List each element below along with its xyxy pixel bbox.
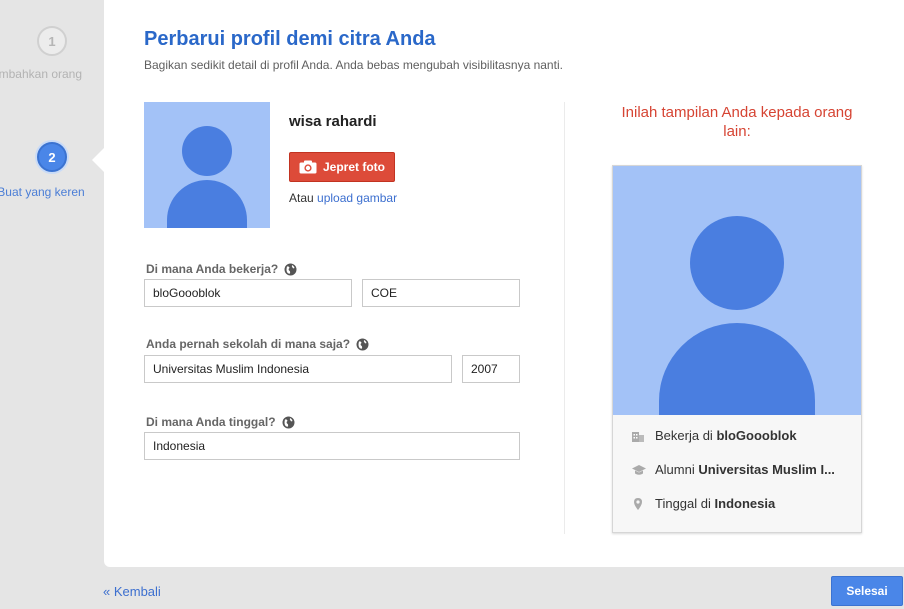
user-name: wisa rahardi bbox=[289, 113, 377, 130]
preview-alumni-value: Universitas Muslim I... bbox=[698, 462, 835, 477]
profile-card: Perbarui profil demi citra Anda Bagikan … bbox=[92, 0, 904, 567]
school-year-input[interactable]: 2007 bbox=[462, 355, 520, 383]
live-label: Di mana Anda tinggal? bbox=[146, 415, 295, 429]
step-2-label: Buat yang keren bbox=[0, 185, 85, 199]
school-label-text: Anda pernah sekolah di mana saja? bbox=[146, 337, 351, 351]
globe-icon[interactable] bbox=[282, 416, 295, 429]
preview-live-prefix: Tinggal di bbox=[655, 496, 711, 511]
work-label: Di mana Anda bekerja? bbox=[146, 262, 297, 276]
page-title: Perbarui profil demi citra Anda bbox=[144, 28, 436, 50]
preview-alumni-prefix: Alumni bbox=[655, 462, 695, 477]
school-name-input[interactable]: Universitas Muslim Indonesia bbox=[144, 355, 452, 383]
profile-photo[interactable] bbox=[144, 102, 270, 228]
work-title-input[interactable]: COE bbox=[362, 279, 520, 307]
globe-icon[interactable] bbox=[356, 338, 369, 351]
globe-icon[interactable] bbox=[284, 263, 297, 276]
step-1-number: 1 bbox=[37, 26, 67, 56]
live-label-text: Di mana Anda tinggal? bbox=[146, 415, 276, 429]
preview-title: Inilah tampilan Anda kepada orang lain: bbox=[621, 104, 853, 140]
or-text: Atau bbox=[289, 191, 314, 205]
column-divider bbox=[564, 102, 565, 534]
work-label-text: Di mana Anda bekerja? bbox=[146, 262, 279, 276]
preview-avatar bbox=[613, 166, 861, 415]
map-pin-icon bbox=[631, 497, 645, 511]
live-place-input[interactable]: Indonesia bbox=[144, 432, 520, 460]
take-photo-label: Jepret foto bbox=[322, 160, 385, 174]
work-company-input[interactable]: bloGoooblok bbox=[144, 279, 352, 307]
preview-work-row: Bekerja di bloGoooblok bbox=[631, 428, 849, 443]
avatar-body bbox=[167, 180, 247, 228]
avatar-head bbox=[690, 216, 784, 310]
building-icon bbox=[631, 429, 645, 443]
upload-image-link[interactable]: upload gambar bbox=[317, 191, 397, 205]
avatar-body bbox=[659, 323, 815, 415]
step-2[interactable]: 2 Buat yang keren bbox=[0, 142, 104, 200]
avatar-head bbox=[182, 126, 232, 176]
school-label: Anda pernah sekolah di mana saja? bbox=[146, 337, 369, 351]
preview-alumni-row: Alumni Universitas Muslim I... bbox=[631, 462, 849, 477]
preview-live-row: Tinggal di Indonesia bbox=[631, 496, 849, 511]
graduation-cap-icon bbox=[631, 463, 646, 477]
camera-icon bbox=[299, 160, 317, 174]
page-subtitle: Bagikan sedikit detail di profil Anda. A… bbox=[144, 58, 563, 72]
preview-live-value: Indonesia bbox=[714, 496, 776, 511]
done-button[interactable]: Selesai bbox=[831, 576, 903, 606]
step-1-label: Tambahkan orang bbox=[0, 67, 83, 81]
take-photo-button[interactable]: Jepret foto bbox=[289, 152, 395, 182]
preview-card: Bekerja di bloGoooblok Alumni Universita… bbox=[612, 165, 862, 533]
preview-work-value: bloGoooblok bbox=[716, 428, 797, 443]
card-pointer bbox=[92, 148, 104, 172]
step-2-number: 2 bbox=[37, 142, 67, 172]
preview-work-prefix: Bekerja di bbox=[655, 428, 713, 443]
step-1[interactable]: 1 Tambahkan orang bbox=[0, 26, 104, 82]
back-link[interactable]: « Kembali bbox=[103, 584, 161, 599]
upload-line: Atau upload gambar bbox=[289, 191, 397, 205]
